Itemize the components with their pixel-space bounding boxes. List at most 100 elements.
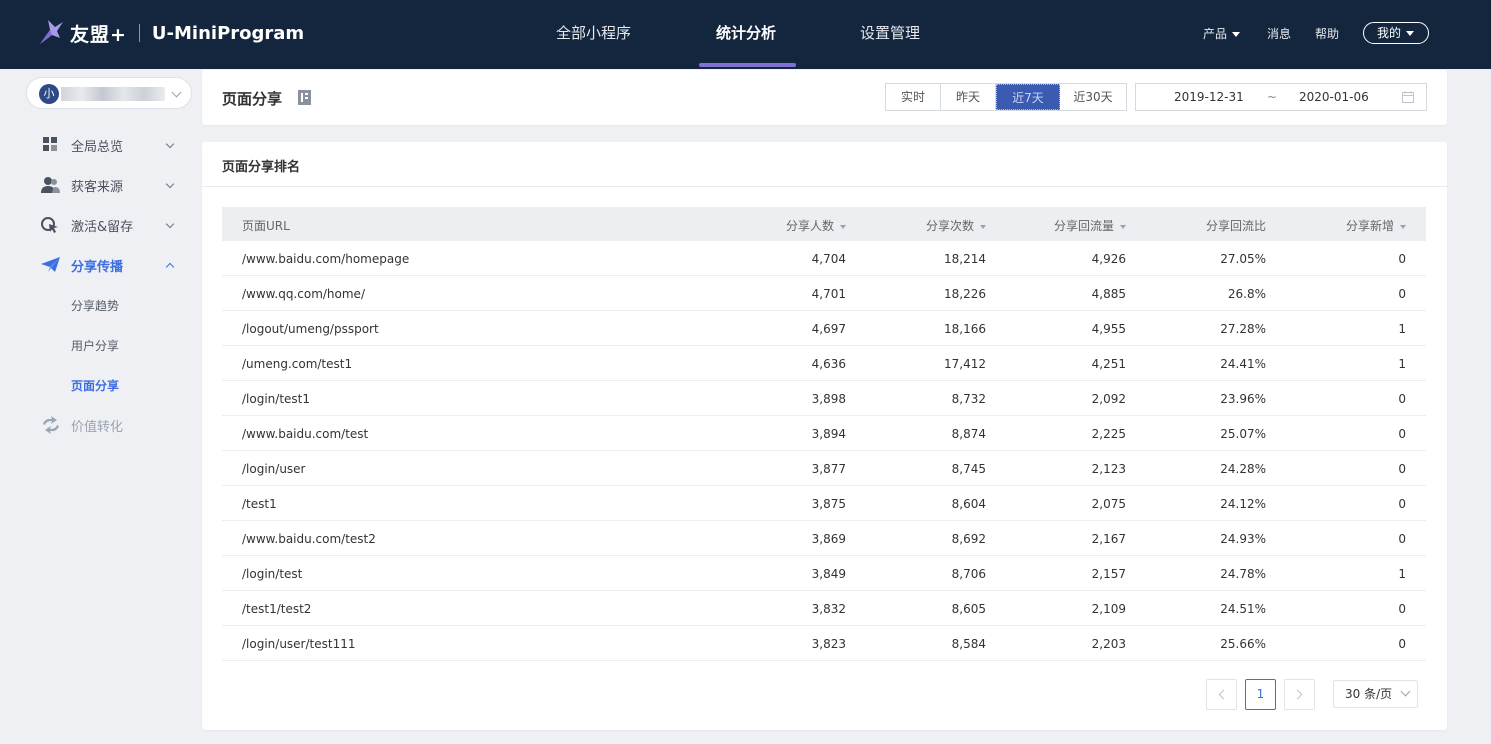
cell-backflow: 2,157 xyxy=(1091,567,1126,581)
messages-link[interactable]: 消息 xyxy=(1267,25,1291,42)
page-share-ranking-card: 页面分享排名 页面URL 分享人数 分享次数 分享回流量 分享回流比 分享新增 … xyxy=(202,142,1447,730)
sidebar-item-conversion[interactable]: 价值转化 xyxy=(40,415,123,435)
cell-backflow: 4,251 xyxy=(1091,357,1126,371)
divider xyxy=(202,186,1447,187)
cell-url: /test1 xyxy=(242,497,277,511)
cell-new-users: 0 xyxy=(1398,637,1406,651)
cell-sharers: 4,704 xyxy=(811,252,846,266)
sidebar-item-overview[interactable]: 全局总览 xyxy=(40,135,123,155)
help-link[interactable]: 帮助 xyxy=(1315,25,1339,42)
cell-shares: 8,732 xyxy=(951,392,986,406)
brand[interactable]: 友盟+ U-MiniProgram xyxy=(38,18,304,48)
table-row: /test1/test2 3,832 8,605 2,109 24.51% 0 xyxy=(222,591,1426,626)
cell-url: /login/user xyxy=(242,462,306,476)
sidebar-item-acquisition[interactable]: 获客来源 xyxy=(40,175,123,195)
page-size-select[interactable]: 30 条/页 xyxy=(1333,680,1418,708)
prev-page-button[interactable] xyxy=(1206,679,1237,710)
page-title: 页面分享 xyxy=(222,90,283,108)
paper-plane-icon xyxy=(41,257,60,272)
sidebar-subitem-page-share[interactable]: 页面分享 xyxy=(71,377,119,394)
cell-backflow-ratio: 26.8% xyxy=(1227,287,1266,301)
cell-backflow-ratio: 23.96% xyxy=(1220,392,1266,406)
app-name-redacted xyxy=(61,87,165,101)
cell-sharers: 4,701 xyxy=(811,287,846,301)
table-header: 页面URL 分享人数 分享次数 分享回流量 分享回流比 分享新增 xyxy=(222,207,1426,241)
calendar-icon xyxy=(1402,91,1414,103)
tab-settings[interactable]: 设置管理 xyxy=(860,0,920,69)
page-size-value: 30 条/页 xyxy=(1345,687,1393,701)
range-7days-button[interactable]: 近7天 xyxy=(996,84,1060,110)
column-header-backflow[interactable]: 分享回流量 xyxy=(1054,217,1126,234)
cell-shares: 8,692 xyxy=(951,532,986,546)
chevron-down-icon[interactable] xyxy=(165,139,175,149)
cell-backflow: 4,955 xyxy=(1091,322,1126,336)
cell-shares: 8,604 xyxy=(951,497,986,511)
document-icon[interactable] xyxy=(298,90,311,105)
chevron-down-icon[interactable] xyxy=(165,219,175,229)
column-header-shares[interactable]: 分享次数 xyxy=(926,217,986,234)
column-header-backflow-ratio: 分享回流比 xyxy=(1205,219,1266,233)
cell-new-users: 0 xyxy=(1398,427,1406,441)
tab-all-miniprograms[interactable]: 全部小程序 xyxy=(556,0,631,69)
cell-url: /www.baidu.com/test xyxy=(242,427,369,441)
cell-shares: 8,874 xyxy=(951,427,986,441)
section-title: 页面分享排名 xyxy=(222,160,301,175)
cell-new-users: 0 xyxy=(1398,462,1406,476)
next-page-button[interactable] xyxy=(1284,679,1315,710)
cell-new-users: 0 xyxy=(1398,287,1406,301)
sidebar-subitem-share-trend[interactable]: 分享趋势 xyxy=(71,297,119,314)
table-row: /test1 3,875 8,604 2,075 24.12% 0 xyxy=(222,486,1426,521)
cell-shares: 18,214 xyxy=(944,252,986,266)
table-row: /www.baidu.com/test2 3,869 8,692 2,167 24.93… xyxy=(222,521,1426,556)
cell-shares: 8,745 xyxy=(951,462,986,476)
sidebar-item-label: 价值转化 xyxy=(71,419,124,435)
sort-icon[interactable] xyxy=(1120,224,1126,229)
sort-icon[interactable] xyxy=(1400,224,1406,229)
chevron-up-icon[interactable] xyxy=(165,262,175,272)
range-yesterday-button[interactable]: 昨天 xyxy=(941,84,996,110)
app-selector[interactable]: 小 xyxy=(26,77,192,109)
date-range-picker[interactable]: 2019-12-31 ~ 2020-01-06 xyxy=(1135,83,1427,111)
sort-icon[interactable] xyxy=(980,224,986,229)
sidebar-item-sharing[interactable]: 分享传播 xyxy=(40,255,123,275)
cell-sharers: 3,894 xyxy=(811,427,846,441)
sort-icon[interactable] xyxy=(840,224,846,229)
column-header-url: 页面URL xyxy=(242,219,290,233)
range-30days-button[interactable]: 近30天 xyxy=(1060,84,1126,110)
range-realtime-button[interactable]: 实时 xyxy=(886,84,941,110)
cell-sharers: 3,898 xyxy=(811,392,846,406)
table-row: /logout/umeng/pssport 4,697 18,166 4,955 27.… xyxy=(222,311,1426,346)
page-number-button[interactable]: 1 xyxy=(1245,679,1276,710)
table-row: /umeng.com/test1 4,636 17,412 4,251 24.41% 1 xyxy=(222,346,1426,381)
cell-backflow-ratio: 24.51% xyxy=(1220,602,1266,616)
cell-sharers: 3,869 xyxy=(811,532,846,546)
tab-statistics[interactable]: 统计分析 xyxy=(716,0,776,69)
cell-backflow-ratio: 24.78% xyxy=(1220,567,1266,581)
date-separator: ~ xyxy=(1267,90,1278,104)
cell-url: /umeng.com/test1 xyxy=(242,357,353,371)
cell-new-users: 0 xyxy=(1398,532,1406,546)
column-header-new-users[interactable]: 分享新增 xyxy=(1346,217,1406,234)
cell-sharers: 4,697 xyxy=(811,322,846,336)
cell-backflow-ratio: 27.28% xyxy=(1220,322,1266,336)
top-navbar: 友盟+ U-MiniProgram 全部小程序 统计分析 设置管理 产品 消息 … xyxy=(0,0,1491,69)
cell-new-users: 0 xyxy=(1398,252,1406,266)
sidebar-item-retention[interactable]: 激活&留存 xyxy=(40,215,133,235)
cell-new-users: 0 xyxy=(1398,602,1406,616)
cell-backflow: 2,109 xyxy=(1091,602,1126,616)
chevron-down-icon[interactable] xyxy=(165,179,175,189)
sidebar-subitem-user-share[interactable]: 用户分享 xyxy=(71,337,119,354)
product-menu[interactable]: 产品 xyxy=(1203,25,1241,42)
cell-backflow: 4,926 xyxy=(1091,252,1126,266)
cell-backflow: 2,123 xyxy=(1091,462,1126,476)
cell-backflow-ratio: 27.05% xyxy=(1220,252,1266,266)
cell-new-users: 1 xyxy=(1398,357,1406,371)
cell-shares: 8,584 xyxy=(951,637,986,651)
cell-new-users: 1 xyxy=(1398,322,1406,336)
users-icon xyxy=(41,177,60,193)
user-menu-button[interactable]: 我的 xyxy=(1363,22,1429,44)
cursor-icon xyxy=(41,217,58,233)
cell-url: /login/user/test111 xyxy=(242,637,356,651)
column-header-sharers[interactable]: 分享人数 xyxy=(786,217,846,234)
cell-backflow-ratio: 24.41% xyxy=(1220,357,1266,371)
